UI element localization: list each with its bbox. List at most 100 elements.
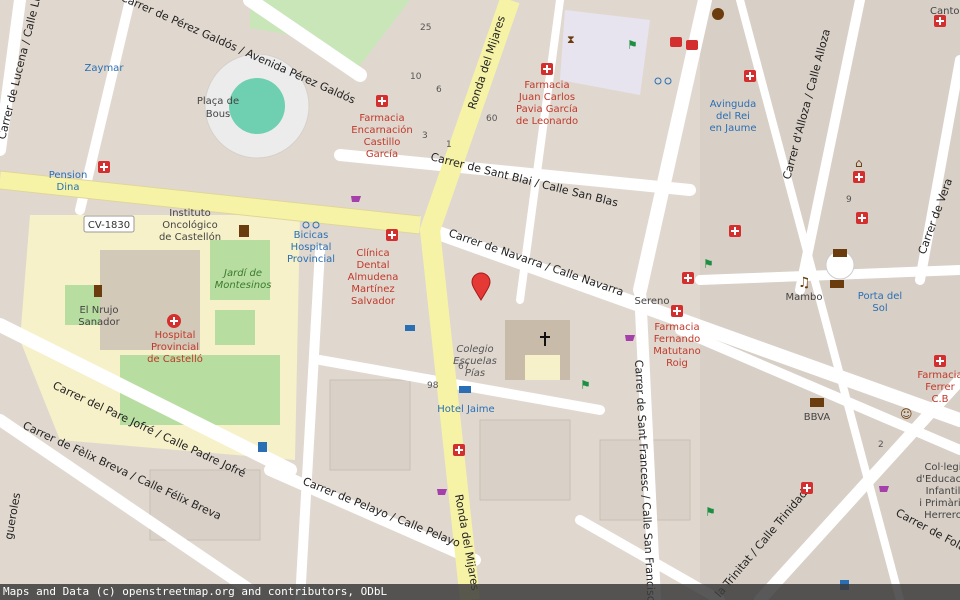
playground-icon[interactable]: ⚑ [580, 378, 591, 392]
svg-text:⌂: ⌂ [855, 156, 863, 170]
svg-text:Instituto: Instituto [169, 208, 211, 219]
playground-icon[interactable]: ⚑ [705, 505, 716, 519]
pharmacy-icon[interactable] [671, 305, 683, 317]
pharmacy-icon[interactable] [453, 444, 465, 456]
bed-icon[interactable] [405, 325, 415, 331]
pharmacy-icon[interactable] [541, 63, 553, 75]
house-number: 9 [846, 195, 852, 205]
svg-text:Clínica: Clínica [356, 247, 389, 259]
art-icon[interactable] [712, 8, 724, 20]
house-number: 10 [410, 72, 422, 82]
museum-icon[interactable]: ⌂ [855, 156, 863, 170]
theatre-icon[interactable]: ☺ [900, 407, 913, 421]
svg-text:Fernando: Fernando [654, 334, 701, 345]
hospital-icon[interactable] [167, 314, 181, 328]
pharmacy-icon[interactable] [98, 161, 110, 173]
svg-text:Provincial: Provincial [151, 342, 199, 353]
label-mambo: Mambo [786, 292, 823, 303]
svg-text:⚑: ⚑ [627, 38, 638, 52]
label-sereno: Sereno [635, 296, 670, 307]
house-number: 25 [420, 23, 431, 33]
house-number: 1 [446, 140, 452, 150]
music-icon[interactable]: ♫ [798, 275, 811, 291]
svg-text:d'Educació: d'Educació [916, 473, 960, 485]
svg-text:Colegio: Colegio [456, 344, 493, 355]
svg-text:☺: ☺ [900, 407, 913, 421]
svg-text:Herrero: Herrero [924, 510, 960, 521]
playground-icon[interactable]: ⚑ [703, 257, 714, 271]
house-number: 98 [427, 381, 439, 391]
map-attribution: Maps and Data (c) openstreetmap.org and … [0, 584, 960, 600]
svg-text:del Rei: del Rei [716, 111, 750, 122]
house-number: 67 [458, 362, 469, 372]
svg-text:Bous: Bous [206, 109, 231, 120]
svg-text:⚑: ⚑ [580, 378, 591, 392]
pharmacy-icon[interactable] [376, 95, 388, 107]
cv1830-shield: CV-1830 [83, 215, 135, 233]
svg-text:Sol: Sol [872, 303, 887, 314]
svg-text:de Castellón: de Castellón [159, 231, 221, 243]
svg-text:Farmacia: Farmacia [524, 80, 569, 91]
svg-text:en Jaume: en Jaume [710, 123, 757, 134]
svg-text:Encarnación: Encarnación [351, 124, 412, 136]
label-avinguda-rei: Avinguda del Rei en Jaume [710, 99, 757, 134]
label-bicicas: Bicicas Hospital Provincial [287, 230, 335, 265]
svg-text:Pavia García: Pavia García [516, 103, 578, 115]
playground-icon[interactable]: ⚑ [627, 38, 638, 52]
label-bbva: BBVA [804, 412, 831, 423]
pharmacy-icon[interactable] [682, 272, 694, 284]
svg-text:Bicicas: Bicicas [294, 230, 329, 241]
svg-text:Almudena: Almudena [348, 272, 399, 283]
svg-text:Avinguda: Avinguda [710, 99, 756, 110]
svg-text:Farmacia: Farmacia [917, 370, 960, 381]
pharmacy-icon[interactable] [934, 15, 946, 27]
pharmacy-icon[interactable] [856, 212, 868, 224]
bank-icon[interactable] [810, 398, 824, 407]
atm-icon[interactable] [830, 280, 844, 288]
bus-stop-icon[interactable] [258, 442, 267, 452]
svg-text:Oncológico: Oncológico [162, 219, 217, 231]
pharmacy-icon[interactable] [729, 225, 741, 237]
svg-text:Farmacia: Farmacia [654, 322, 699, 333]
svg-text:Castillo: Castillo [364, 137, 401, 148]
hourglass-icon: ⧗ [567, 33, 575, 46]
svg-text:Plaça de: Plaça de [197, 96, 239, 107]
svg-text:Sanador: Sanador [78, 317, 120, 328]
svg-text:Pension: Pension [49, 170, 88, 181]
svg-text:Dental: Dental [356, 260, 389, 271]
svg-text:Martínez: Martínez [351, 283, 394, 295]
svg-text:Jardí de: Jardí de [222, 267, 262, 279]
svg-text:Roig: Roig [666, 358, 688, 369]
svg-text:⚑: ⚑ [705, 505, 716, 519]
pharmacy-icon[interactable] [801, 482, 813, 494]
svg-text:Infantil: Infantil [926, 486, 960, 497]
pharmacy-icon[interactable] [853, 171, 865, 183]
hotel-icon[interactable] [459, 386, 471, 393]
svg-text:Farmacia: Farmacia [359, 113, 404, 124]
svg-text:Matutano: Matutano [653, 346, 701, 357]
pharmacy-icon[interactable] [934, 355, 946, 367]
svg-text:de Castelló: de Castelló [147, 353, 203, 365]
svg-text:Ferrer: Ferrer [925, 382, 955, 393]
svg-text:El Nrujo: El Nrujo [79, 305, 118, 316]
house-number: 3 [422, 131, 428, 141]
map-canvas[interactable]: Carrer de Pérez Galdós / Avenida Pérez G… [0, 0, 960, 600]
garden-right [215, 310, 255, 345]
label-hotel-jaime: Hotel Jaime [437, 404, 494, 415]
svg-text:de Leonardo: de Leonardo [516, 116, 578, 127]
svg-text:⧗: ⧗ [567, 33, 575, 46]
svg-text:Provincial: Provincial [287, 254, 335, 265]
svg-text:Hospital: Hospital [291, 242, 332, 253]
svg-text:Col·legi: Col·legi [924, 462, 960, 473]
monument-icon[interactable] [239, 225, 249, 237]
pharmacy-icon[interactable] [386, 229, 398, 241]
svg-text:C.B: C.B [931, 394, 948, 405]
pedestrian-square [560, 10, 650, 95]
pharmacy-icon[interactable] [744, 70, 756, 82]
atm-icon[interactable] [833, 249, 847, 257]
svg-text:⚑: ⚑ [703, 257, 714, 271]
monument-icon[interactable] [94, 285, 102, 297]
school-yard [525, 355, 560, 380]
label-zaymar: Zaymar [85, 63, 125, 74]
svg-text:Montesinos: Montesinos [215, 280, 272, 291]
